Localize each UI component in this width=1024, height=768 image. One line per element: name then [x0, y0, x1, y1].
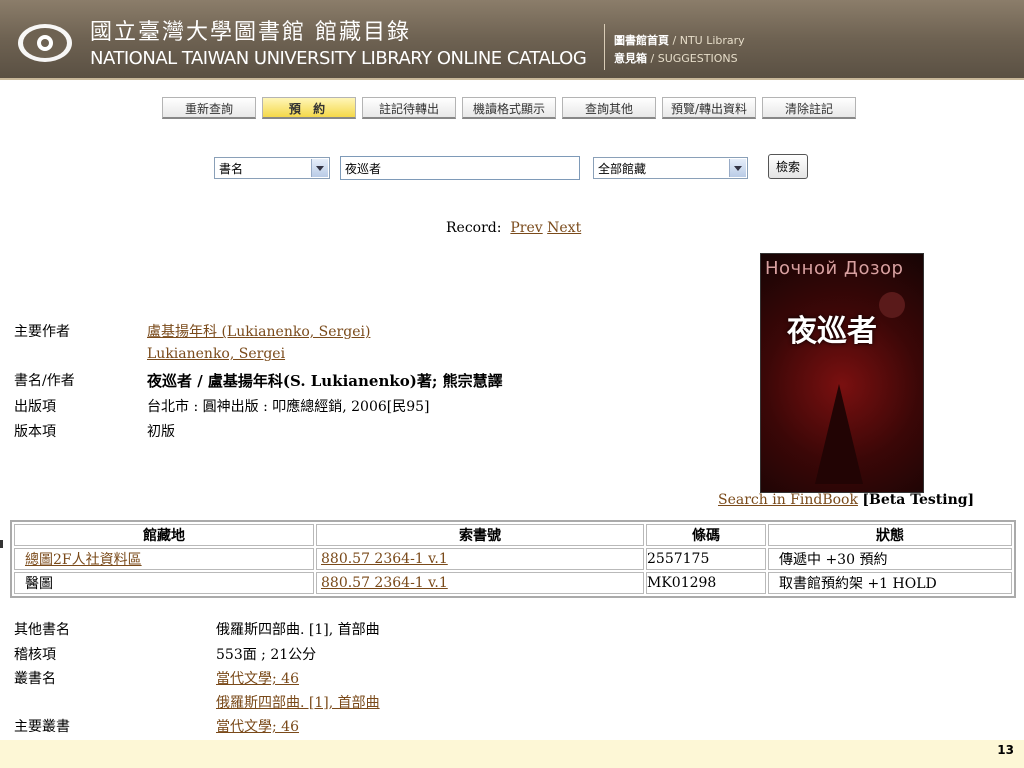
status-header: 狀態 — [768, 524, 1012, 546]
chevron-down-icon — [729, 159, 746, 177]
title-value: 夜巡者 / 盧基揚年科(S. Lukianenko)著; 熊宗慧譯 — [147, 372, 503, 390]
barcode-cell: 2557175 — [646, 548, 766, 570]
other-title-label: 其他書名 — [14, 622, 70, 638]
reserve-button[interactable]: 預 約 — [262, 97, 356, 119]
clear-marks-button[interactable]: 清除註記 — [762, 97, 856, 119]
library-home-link[interactable]: 圖書館首頁 — [614, 34, 669, 47]
main-series-label: 主要叢書 — [14, 719, 70, 735]
chevron-down-icon — [311, 159, 328, 177]
title-label: 書名/作者 — [14, 373, 75, 389]
marc-display-button[interactable]: 機讀格式顯示 — [462, 97, 556, 119]
series-label: 叢書名 — [14, 671, 56, 687]
record-label: Record: — [446, 220, 502, 236]
call-number-link[interactable]: 880.57 2364-1 v.1 — [321, 551, 448, 567]
status-cell: 取書館預約架 +1 HOLD — [768, 572, 1012, 594]
cover-chinese-title: 夜巡者 — [787, 314, 877, 349]
search-field-value: 書名 — [219, 162, 244, 176]
findbook-area: Search in FindBook [Beta Testing] — [718, 492, 974, 508]
author-link[interactable]: 盧基揚年科 (Lukianenko, Sergei) — [147, 321, 370, 341]
cover-russian-title: Ночной Дозор — [765, 258, 904, 279]
holdings-header-row: 館藏地 索書號 條碼 狀態 — [14, 524, 1012, 546]
suggestion-box-link[interactable]: 意見箱 — [614, 52, 647, 65]
edge-mark — [0, 540, 3, 548]
action-toolbar: 重新查詢 預 約 註記待轉出 機讀格式顯示 查詢其他 預覽/轉出資料 清除註記 — [162, 97, 856, 119]
main-series-link[interactable]: 當代文學; 46 — [216, 716, 299, 736]
preview-export-button[interactable]: 預覽/轉出資料 — [662, 97, 756, 119]
banner-divider — [604, 24, 605, 70]
banner-sep-1: / — [672, 34, 677, 47]
series-link-1[interactable]: 當代文學; 46 — [216, 668, 299, 688]
author-alt-link[interactable]: Lukianenko, Sergei — [147, 346, 285, 362]
search-other-button[interactable]: 查詢其他 — [562, 97, 656, 119]
call-number-link[interactable]: 880.57 2364-1 v.1 — [321, 575, 448, 591]
collation-label: 稽核項 — [14, 647, 56, 663]
header-banner: 國立臺灣大學圖書館 館藏目錄 NATIONAL TAIWAN UNIVERSIT… — [0, 0, 1024, 80]
prev-record-link[interactable]: Prev — [510, 220, 542, 236]
search-input[interactable] — [340, 156, 580, 180]
catalog-title-en: NATIONAL TAIWAN UNIVERSITY LIBRARY ONLIN… — [90, 48, 587, 69]
book-cover-image: Ночной Дозор 夜巡者 — [760, 253, 924, 493]
collation-value: 553面 ; 21公分 — [216, 647, 317, 663]
next-record-link[interactable]: Next — [547, 220, 581, 236]
search-button[interactable]: 檢索 — [768, 154, 808, 179]
table-row: 總圖2F人社資料區 880.57 2364-1 v.1 2557175 傳遞中 … — [14, 548, 1012, 570]
slide-footer — [0, 740, 1024, 768]
author-label: 主要作者 — [14, 324, 70, 340]
call-number-header: 索書號 — [316, 524, 644, 546]
mark-for-export-button[interactable]: 註記待轉出 — [362, 97, 456, 119]
barcode-header: 條碼 — [646, 524, 766, 546]
catalog-title-zh: 國立臺灣大學圖書館 館藏目錄 — [90, 20, 411, 45]
cover-tower — [815, 384, 863, 484]
new-search-button[interactable]: 重新查詢 — [162, 97, 256, 119]
cover-moon — [879, 292, 905, 318]
page-number: 13 — [997, 743, 1014, 757]
scope-select[interactable]: 全部館藏 — [593, 157, 748, 179]
banner-links: 圖書館首頁 / NTU Library 意見箱 / SUGGESTIONS — [614, 32, 745, 68]
location-cell: 醫圖 — [14, 572, 314, 594]
barcode-cell: MK01298 — [646, 572, 766, 594]
ntu-library-link[interactable]: NTU Library — [680, 34, 745, 47]
record-nav: Record: Prev Next — [446, 220, 581, 236]
other-title-value: 俄羅斯四部曲. [1], 首部曲 — [216, 622, 380, 638]
banner-sep-2: / — [650, 52, 655, 65]
ntu-logo-icon — [18, 24, 72, 62]
suggestions-link[interactable]: SUGGESTIONS — [658, 52, 738, 65]
publication-label: 出版項 — [14, 399, 56, 415]
status-cell: 傳遞中 +30 預約 — [768, 548, 1012, 570]
edition-value: 初版 — [147, 424, 175, 440]
table-row: 醫圖 880.57 2364-1 v.1 MK01298 取書館預約架 +1 H… — [14, 572, 1012, 594]
edition-label: 版本項 — [14, 424, 56, 440]
location-link[interactable]: 總圖2F人社資料區 — [25, 552, 142, 568]
location-header: 館藏地 — [14, 524, 314, 546]
series-link-2[interactable]: 俄羅斯四部曲. [1], 首部曲 — [216, 692, 380, 712]
scope-value: 全部館藏 — [598, 162, 647, 176]
findbook-link[interactable]: Search in FindBook — [718, 492, 858, 508]
search-field-select[interactable]: 書名 — [214, 157, 330, 179]
publication-value: 台北市 : 圓神出版 : 叩應總經銷, 2006[民95] — [147, 399, 430, 415]
beta-note: [Beta Testing] — [862, 492, 975, 508]
holdings-table: 館藏地 索書號 條碼 狀態 總圖2F人社資料區 880.57 2364-1 v.… — [10, 520, 1016, 598]
